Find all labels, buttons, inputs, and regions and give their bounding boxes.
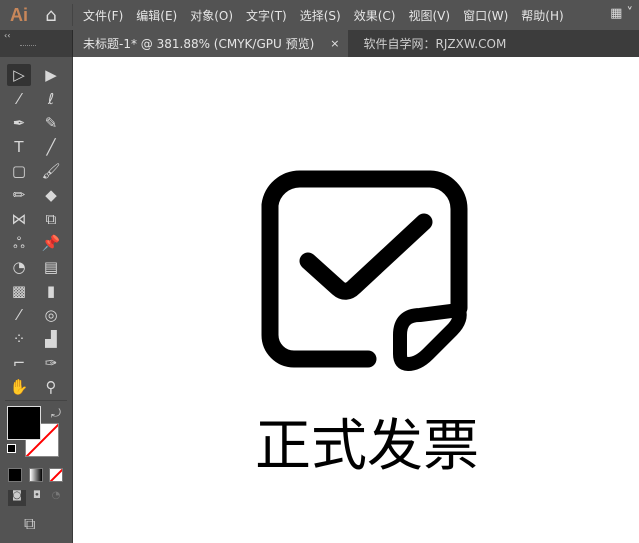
menu-object[interactable]: 对象(O) bbox=[190, 7, 233, 24]
tab-label: 未标题-1* @ 381.88% (CMYK/GPU 预览) bbox=[83, 37, 315, 51]
draw-inside-icon[interactable]: ◔ bbox=[47, 490, 65, 506]
menu-edit[interactable]: 编辑(E) bbox=[136, 7, 177, 24]
pen-tool-icon[interactable]: ✒ bbox=[7, 112, 31, 134]
app-logo: Ai bbox=[10, 4, 28, 25]
shaper-tool-icon[interactable]: ✏ bbox=[7, 184, 31, 206]
gradient-tool-icon[interactable]: ▮ bbox=[39, 280, 63, 302]
zoom-tool-icon[interactable]: ⚲ bbox=[39, 376, 63, 398]
menu-bar: Ai ⌂ 文件(F) 编辑(E) 对象(O) 文字(T) 选择(S) 效果(C)… bbox=[0, 0, 639, 30]
lasso-icon[interactable]: ℓ bbox=[39, 88, 63, 110]
warp-tool-icon[interactable]: ஃ bbox=[7, 232, 31, 254]
tab-document[interactable]: 未标题-1* @ 381.88% (CMYK/GPU 预览) × bbox=[73, 30, 348, 57]
menu-help[interactable]: 帮助(H) bbox=[521, 7, 563, 24]
scale-tool-icon[interactable]: ⧉ bbox=[39, 208, 63, 230]
magic-wand-icon[interactable]: ⁄ bbox=[7, 88, 31, 110]
menu-type[interactable]: 文字(T) bbox=[246, 7, 287, 24]
gradient-mode-icon[interactable] bbox=[29, 468, 43, 482]
line-tool-icon[interactable]: ╱ bbox=[39, 136, 63, 158]
eyedropper-icon[interactable]: ⁄ bbox=[7, 304, 31, 326]
eraser-icon[interactable]: ◆ bbox=[39, 184, 63, 206]
toolbar-header: ‹‹ bbox=[0, 30, 73, 57]
artwork-title: 正式发票 bbox=[255, 414, 479, 479]
swap-colors-icon[interactable]: ⤾ bbox=[51, 406, 61, 421]
collapse-icon[interactable]: ‹‹ bbox=[4, 31, 10, 40]
puppet-warp-icon[interactable]: 📌 bbox=[39, 232, 63, 254]
artboard-tool-icon[interactable]: ⌐ bbox=[7, 352, 31, 374]
divider bbox=[5, 400, 67, 401]
reflect-tool-icon[interactable]: ⋈ bbox=[7, 208, 31, 230]
mesh-tool-icon[interactable]: ▩ bbox=[7, 280, 31, 302]
none-mode-icon[interactable] bbox=[49, 468, 63, 482]
invoice-check-icon bbox=[261, 170, 468, 371]
home-icon[interactable]: ⌂ bbox=[36, 5, 66, 26]
close-icon[interactable]: × bbox=[330, 37, 339, 50]
fill-swatch[interactable] bbox=[7, 406, 41, 440]
column-graph-icon[interactable]: ▟ bbox=[39, 328, 63, 350]
selection-tool-icon[interactable]: ▷ bbox=[7, 64, 31, 86]
watermark-text: 软件自学网：RJZXW.COM bbox=[363, 37, 507, 51]
hand-tool-icon[interactable]: ✋ bbox=[7, 376, 31, 398]
screen-mode-icon[interactable]: ⧉ bbox=[24, 514, 35, 534]
curvature-tool-icon[interactable]: ✎ bbox=[39, 112, 63, 134]
document-tabs: 未标题-1* @ 381.88% (CMYK/GPU 预览) × 软件自学网：R… bbox=[73, 30, 639, 57]
default-colors-icon[interactable] bbox=[7, 444, 16, 453]
color-mode-icon[interactable] bbox=[8, 468, 22, 482]
divider bbox=[72, 4, 73, 26]
draw-normal-icon[interactable]: ◙ bbox=[8, 490, 26, 506]
symbol-sprayer-icon[interactable]: ⁘ bbox=[7, 328, 31, 350]
drag-handle[interactable] bbox=[20, 45, 36, 48]
direct-selection-tool-icon[interactable]: ▶ bbox=[39, 64, 63, 86]
perspective-grid-icon[interactable]: ▤ bbox=[39, 256, 63, 278]
tools-panel: ▷ ▶ ⁄ ℓ ✒ ✎ T ╱ ▢ 🖌 ✏ ◆ ⋈ ⧉ ஃ 📌 ◔ ▤ ▩ ▮ … bbox=[0, 57, 73, 543]
type-tool-icon[interactable]: T bbox=[7, 136, 31, 158]
menu-effect[interactable]: 效果(C) bbox=[354, 7, 396, 24]
blend-tool-icon[interactable]: ◎ bbox=[39, 304, 63, 326]
menu-view[interactable]: 视图(V) bbox=[408, 7, 450, 24]
paintbrush-icon[interactable]: 🖌 bbox=[39, 160, 63, 182]
shape-builder-icon[interactable]: ◔ bbox=[7, 256, 31, 278]
menu-file[interactable]: 文件(F) bbox=[83, 7, 123, 24]
draw-behind-icon[interactable]: ◘ bbox=[28, 490, 46, 506]
menu-window[interactable]: 窗口(W) bbox=[463, 7, 508, 24]
workspace-switcher-icon[interactable]: ▦ ˅ bbox=[610, 6, 633, 21]
slice-tool-icon[interactable]: ✑ bbox=[39, 352, 63, 374]
rectangle-tool-icon[interactable]: ▢ bbox=[7, 160, 31, 182]
checkmark bbox=[299, 213, 433, 300]
page-curl bbox=[393, 303, 467, 371]
menu-select[interactable]: 选择(S) bbox=[300, 7, 341, 24]
